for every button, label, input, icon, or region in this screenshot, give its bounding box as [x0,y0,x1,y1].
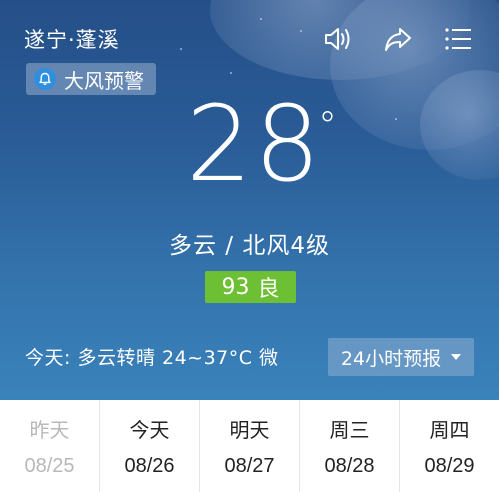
menu-icon[interactable] [441,22,475,56]
star [180,48,182,50]
speaker-icon[interactable] [321,22,355,56]
star [300,30,302,32]
forecast-button-label: 24小时预报 [340,347,442,370]
aqi-value: 93 [221,274,250,300]
day-name: 明天 [229,418,270,442]
day-name: 昨天 [29,418,70,442]
day-tab-yesterday[interactable]: 昨天 08/25 [0,400,100,492]
current-temperature: 28 [186,83,323,205]
hourly-forecast-button[interactable]: 24小时预报 [328,338,474,376]
day-date: 08/27 [224,455,275,477]
day-tab-wednesday[interactable]: 周三 08/28 [300,400,400,492]
alert-label: 大风预警 [64,68,144,93]
day-tab-thursday[interactable]: 周四 08/29 [400,400,499,492]
day-name: 今天 [129,418,170,442]
day-tab-today[interactable]: 今天 08/26 [100,400,200,492]
aqi-level: 良 [257,277,280,302]
location-title[interactable]: 遂宁·蓬溪 [24,24,120,54]
day-date: 08/29 [424,455,475,477]
day-date: 08/28 [324,455,375,477]
current-condition: 多云 / 北风4级 [168,233,330,259]
day-date: 08/25 [24,455,75,477]
wind-warning-badge[interactable]: 大风预警 [26,63,156,95]
day-date: 08/26 [124,455,175,477]
share-icon[interactable] [381,22,415,56]
today-summary: 今天: 多云转晴 24~37°C 微 [25,347,279,369]
aqi-badge[interactable]: 93 良 [205,271,296,303]
bell-icon [34,68,56,90]
day-name: 周四 [429,418,470,442]
header-actions [321,22,475,56]
degree-symbol: ° [318,104,337,148]
chevron-down-icon [451,354,462,360]
day-name: 周三 [329,418,370,442]
star [230,72,232,74]
star [260,18,262,20]
daily-forecast-tabs: 昨天 08/25 今天 08/26 明天 08/27 周三 08/28 周四 0… [0,400,499,492]
day-tab-tomorrow[interactable]: 明天 08/27 [200,400,300,492]
star [395,118,397,120]
